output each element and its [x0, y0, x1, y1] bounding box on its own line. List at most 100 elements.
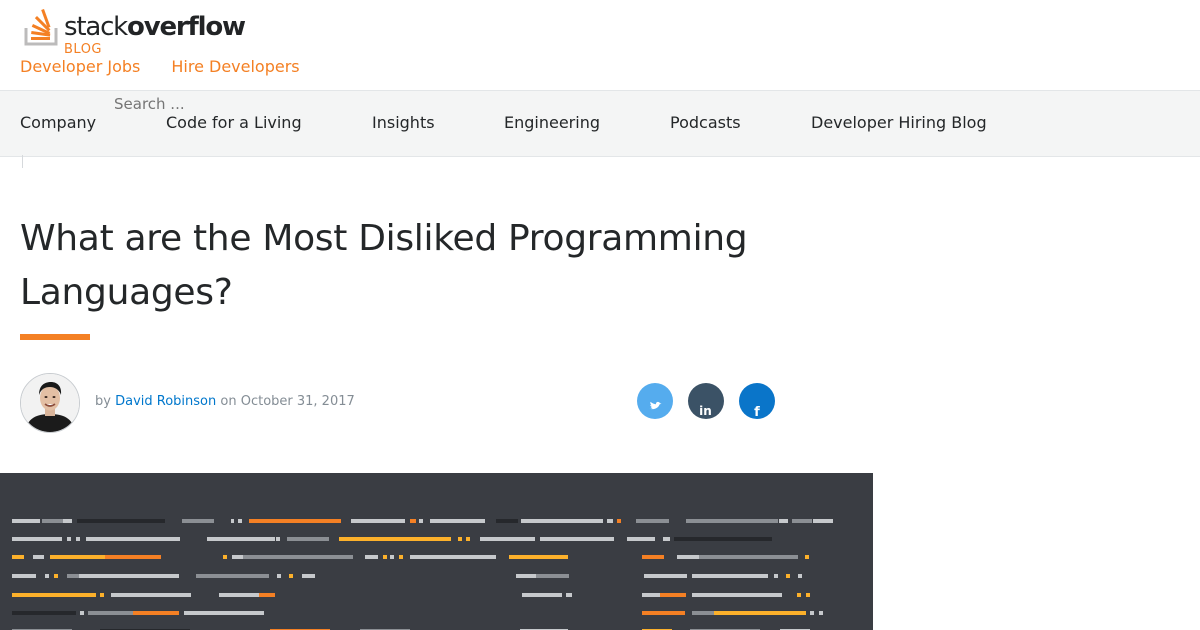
article-date: October 31, 2017 [240, 394, 355, 409]
code-dash [196, 574, 269, 578]
code-dash [76, 537, 80, 541]
code-dash [692, 611, 714, 615]
code-dash [819, 611, 823, 615]
svg-text:in: in [699, 404, 712, 418]
code-dash [699, 555, 798, 559]
search-input[interactable] [114, 95, 314, 113]
code-dash [42, 519, 64, 523]
code-dash [80, 611, 84, 615]
code-dash [677, 555, 699, 559]
code-dash [219, 593, 259, 597]
code-dash [536, 574, 569, 578]
code-dash [779, 519, 788, 523]
code-dash [287, 537, 329, 541]
code-dash [383, 555, 387, 559]
code-dash [798, 574, 802, 578]
article-byline: by David Robinson on October 31, 2017 [95, 394, 355, 409]
top-links: Developer Jobs Hire Developers [20, 57, 331, 76]
nav-item-code-for-a-living[interactable]: Code for a Living [166, 113, 302, 132]
code-dash [184, 611, 264, 615]
linkedin-icon: in [688, 383, 724, 419]
code-dash [692, 593, 782, 597]
logo-blog-label: BLOG [64, 42, 103, 57]
code-dash [660, 593, 686, 597]
code-dash [786, 574, 790, 578]
code-dash [410, 519, 416, 523]
code-dash [642, 611, 685, 615]
code-dash [12, 519, 40, 523]
byline-on: on [220, 394, 237, 409]
code-dash [12, 593, 96, 597]
author-link[interactable]: David Robinson [115, 394, 216, 409]
nav-item-podcasts[interactable]: Podcasts [670, 113, 741, 132]
code-dash [207, 537, 275, 541]
code-dash [63, 519, 72, 523]
code-dash [243, 555, 353, 559]
code-dash [806, 593, 810, 597]
code-dash [79, 574, 179, 578]
code-dash [566, 593, 572, 597]
code-dash [88, 611, 133, 615]
code-dash [12, 555, 24, 559]
code-dash [480, 537, 535, 541]
stackoverflow-logo-icon [24, 9, 58, 46]
code-dash [419, 519, 423, 523]
code-dash [111, 593, 191, 597]
code-dash [521, 519, 603, 523]
svg-text:f: f [754, 405, 760, 419]
code-dash [516, 574, 536, 578]
code-dash [339, 537, 451, 541]
code-dash [636, 519, 669, 523]
code-dash [540, 537, 614, 541]
code-dash [399, 555, 403, 559]
code-dash [642, 555, 664, 559]
share-twitter-button[interactable] [637, 383, 673, 419]
author-avatar[interactable] [20, 373, 80, 433]
code-dash [45, 574, 49, 578]
code-dash [644, 574, 687, 578]
article-title: What are the Most Disliked Programming L… [20, 218, 748, 313]
title-accent-bar [20, 334, 90, 340]
code-dash [50, 555, 105, 559]
code-dash [67, 574, 79, 578]
code-dash [351, 519, 405, 523]
code-dash [496, 519, 518, 523]
byline-by: by [95, 394, 111, 409]
share-linkedin-button[interactable]: in [688, 383, 724, 419]
code-dash [302, 574, 315, 578]
code-dash [100, 593, 104, 597]
code-dash [105, 555, 161, 559]
code-dash [238, 519, 242, 523]
code-dash [231, 519, 234, 523]
code-dash [674, 537, 772, 541]
code-dash [466, 537, 470, 541]
developer-jobs-link[interactable]: Developer Jobs [20, 57, 140, 76]
code-dash [33, 555, 44, 559]
nav-item-developer-hiring-blog[interactable]: Developer Hiring Blog [811, 113, 987, 132]
code-dash [133, 611, 179, 615]
divider [22, 155, 23, 168]
code-dash [792, 519, 812, 523]
code-dash [67, 537, 71, 541]
code-dash [714, 611, 806, 615]
code-dash [259, 593, 275, 597]
code-pattern-illustration [12, 519, 833, 630]
code-dash [277, 574, 281, 578]
share-facebook-button[interactable]: f [739, 383, 775, 419]
logo-wordmark: stackoverflow [64, 12, 246, 42]
code-dash [797, 593, 801, 597]
facebook-icon: f [739, 383, 775, 419]
code-dash [813, 519, 833, 523]
code-dash [509, 555, 568, 559]
code-dash [390, 555, 394, 559]
hire-developers-link[interactable]: Hire Developers [171, 57, 299, 76]
code-dash [182, 519, 214, 523]
code-dash [458, 537, 462, 541]
code-dash [663, 537, 670, 541]
code-dash [12, 537, 62, 541]
nav-item-engineering[interactable]: Engineering [504, 113, 600, 132]
nav-item-insights[interactable]: Insights [372, 113, 435, 132]
code-dash [276, 537, 280, 541]
code-dash [617, 519, 621, 523]
nav-item-company[interactable]: Company [20, 113, 96, 132]
